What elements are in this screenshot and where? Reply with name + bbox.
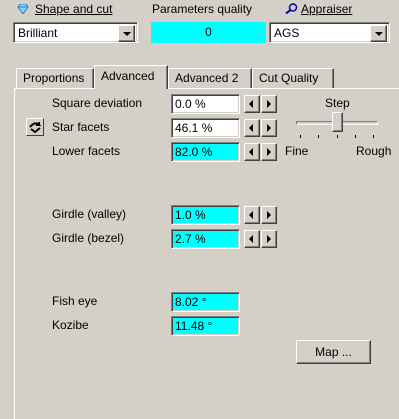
lower-facets-field[interactable]: 82.0 % [171,142,240,162]
chevron-down-icon [123,32,131,36]
step-tick [355,135,356,138]
square-deviation-increase-button[interactable] [261,95,277,113]
arrow-left-icon [249,211,253,219]
girdle-bezel-value: 2.7 % [175,232,206,246]
girdle-valley-field[interactable]: 1.0 % [171,205,240,225]
appraiser-select[interactable]: AGS [269,22,390,43]
shape-and-cut-label: Shape and cut [35,2,113,16]
girdle-valley-increase-button[interactable] [261,206,277,224]
parameters-quality-value-box: 0 [151,22,266,43]
star-facets-label: Star facets [52,120,110,134]
star-facets-value: 46.1 % [175,121,213,135]
square-deviation-decrease-button[interactable] [244,95,260,113]
girdle-bezel-label: Girdle (bezel) [52,231,125,245]
tab-advanced-label: Advanced [101,69,155,83]
star-facets-increase-button[interactable] [261,119,277,137]
tab-advanced-2[interactable]: Advanced 2 [168,68,252,88]
tab-advanced-2-label: Advanced 2 [175,71,239,85]
tab-proportions[interactable]: Proportions [16,68,94,88]
arrow-right-icon [267,211,271,219]
girdle-bezel-decrease-button[interactable] [244,230,260,248]
kozibe-label: Kozibe [52,318,89,332]
kozibe-field: 11.48 ° [171,316,240,336]
step-slider[interactable] [296,110,378,140]
gem-icon [17,3,29,17]
tab-cut-quality[interactable]: Cut Quality [252,68,334,88]
step-tick [337,135,338,138]
arrow-right-icon [267,235,271,243]
shape-and-cut-select[interactable]: Brilliant [13,22,138,43]
girdle-valley-value: 1.0 % [175,208,206,222]
map-button[interactable]: Map ... [296,340,371,364]
appraiser-label: Appraiser [301,2,353,16]
girdle-valley-label: Girdle (valley) [52,207,127,221]
arrow-left-icon [249,100,253,108]
lower-facets-label: Lower facets [52,144,121,158]
step-slider-thumb[interactable] [332,112,343,132]
square-deviation-label: Square deviation [52,96,143,110]
lower-facets-value: 82.0 % [175,145,213,159]
parameters-quality-label: Parameters quality [152,2,253,16]
arrow-right-icon [267,124,271,132]
lower-facets-increase-button[interactable] [261,143,277,161]
arrow-left-icon [249,235,253,243]
link-toggle-icon[interactable] [26,118,44,136]
star-facets-decrease-button[interactable] [244,119,260,137]
step-rough-label: Rough [356,144,392,158]
star-facets-field[interactable]: 46.1 % [171,118,240,138]
appraiser-dropdown-button[interactable] [370,25,387,42]
magnifier-icon [285,3,298,17]
chevron-down-icon [375,32,383,36]
parameters-quality-value: 0 [205,25,212,39]
step-fine-label: Fine [285,144,309,158]
girdle-bezel-field[interactable]: 2.7 % [171,229,240,249]
appraiser-value: AGS [274,26,300,40]
arrow-right-icon [267,148,271,156]
tab-advanced[interactable]: Advanced [94,65,168,89]
fish-eye-label: Fish eye [52,294,98,308]
step-tick [373,135,374,138]
lower-facets-decrease-button[interactable] [244,143,260,161]
step-label: Step [325,96,350,110]
step-tick [300,135,301,138]
fish-eye-value: 8.02 ° [175,295,207,309]
arrow-left-icon [249,124,253,132]
girdle-valley-decrease-button[interactable] [244,206,260,224]
arrow-right-icon [267,100,271,108]
step-tick [318,135,319,138]
shape-and-cut-value: Brilliant [18,26,58,40]
square-deviation-field[interactable]: 0.0 % [171,94,240,114]
square-deviation-value: 0.0 % [175,97,206,111]
girdle-bezel-increase-button[interactable] [261,230,277,248]
fish-eye-field: 8.02 ° [171,292,240,312]
shape-dropdown-button[interactable] [118,25,135,42]
tab-proportions-label: Proportions [23,71,85,85]
arrow-left-icon [249,148,253,156]
map-button-label: Map ... [315,345,352,359]
tab-cut-quality-label: Cut Quality [259,71,319,85]
kozibe-value: 11.48 ° [175,319,213,333]
